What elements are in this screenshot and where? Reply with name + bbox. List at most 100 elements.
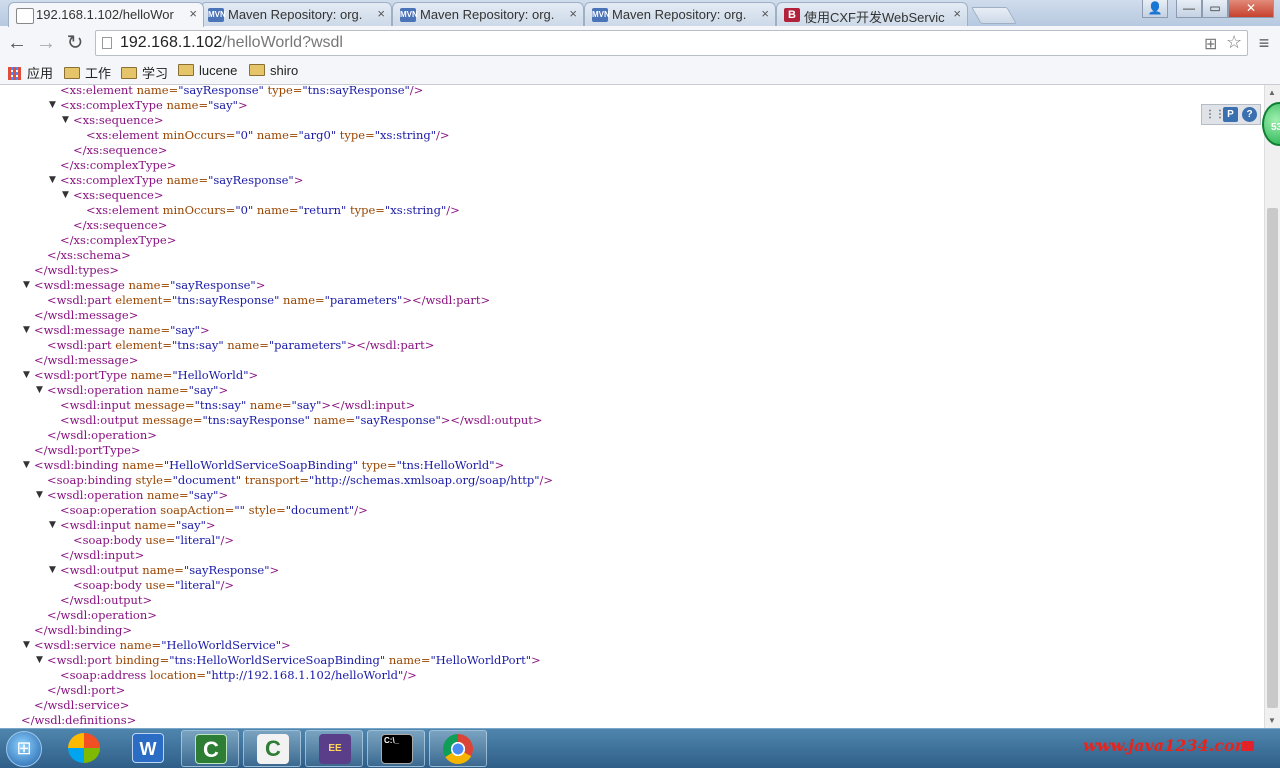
cmd-icon: C:\_ xyxy=(381,734,413,764)
xml-attr-value: "document" xyxy=(172,473,242,487)
tab-1[interactable]: 192.168.1.102/helloWor × xyxy=(8,2,204,27)
grip-icon: ⋮⋮ xyxy=(1205,109,1225,120)
tab-2[interactable]: MVN Maven Repository: org. × xyxy=(200,2,392,26)
chrome-app-button[interactable] xyxy=(429,730,487,767)
minimize-button[interactable]: — xyxy=(1176,0,1202,18)
xml-line-text: <wsdl:operation name="say"> xyxy=(47,383,228,398)
xml-tag: </wsdl:output> xyxy=(60,593,153,607)
scroll-down-arrow-icon[interactable]: ▼ xyxy=(1268,716,1276,725)
word-app-button[interactable]: W xyxy=(119,730,177,767)
tab-label: Maven Repository: org. xyxy=(612,7,747,22)
xml-attr-name: type= xyxy=(263,85,303,97)
javaee-app-button[interactable]: EE xyxy=(305,730,363,767)
xml-attr-value: "tns:sayResponse" xyxy=(202,413,310,427)
xml-tag: <soap:body xyxy=(73,533,142,547)
camtasia-icon: C xyxy=(195,734,227,764)
collapse-toggle-icon[interactable]: ▼ xyxy=(62,113,69,128)
collapse-toggle-icon[interactable]: ▼ xyxy=(23,323,30,338)
xml-line-text: </wsdl:portType> xyxy=(34,443,141,458)
star-icon[interactable]: ☆ xyxy=(1226,32,1242,53)
tab-close-icon[interactable]: × xyxy=(761,6,769,21)
tab-4[interactable]: MVN Maven Repository: org. × xyxy=(584,2,776,26)
app-launcher-button[interactable] xyxy=(55,730,113,767)
scroll-up-arrow-icon[interactable]: ▲ xyxy=(1268,88,1276,97)
forward-button[interactable]: → xyxy=(34,31,58,55)
xml-tag: </wsdl:portType> xyxy=(34,443,141,457)
reload-button[interactable]: ↻ xyxy=(63,31,87,55)
tab-close-icon[interactable]: × xyxy=(189,6,197,21)
collapse-toggle-icon[interactable]: ▼ xyxy=(49,563,56,578)
xml-attr-value: "tns:sayResponse" xyxy=(171,293,280,307)
tab-5[interactable]: B 使用CXF开发WebService × xyxy=(776,2,968,26)
xml-tag: > xyxy=(280,638,291,652)
vertical-scrollbar[interactable]: ▲ ▼ xyxy=(1264,85,1280,728)
camtasia-recorder-button[interactable]: C xyxy=(243,730,301,767)
tab-close-icon[interactable]: × xyxy=(953,6,961,21)
camtasia-app-button[interactable]: C xyxy=(181,730,239,767)
collapse-toggle-icon[interactable]: ▼ xyxy=(49,98,56,113)
xml-attr-name: name= xyxy=(253,128,299,142)
xml-tag: <wsdl:operation xyxy=(47,488,144,502)
xml-attr-value: "tns:say" xyxy=(171,338,224,352)
collapse-toggle-icon[interactable]: ▼ xyxy=(23,458,30,473)
xml-tag: <xs:complexType xyxy=(60,173,163,187)
xml-tag: ></wsdl:part> xyxy=(346,338,435,352)
xml-line-text: </wsdl:definitions> xyxy=(21,713,136,728)
bookmark-label: shiro xyxy=(270,63,299,78)
xml-attr-name: use= xyxy=(141,533,176,547)
browser-toolbar: ← → ↻ 192.168.1.102/helloWorld?wsdl ⊞ ☆ … xyxy=(0,26,1280,60)
chrome-icon xyxy=(443,734,473,764)
xml-attr-value: "http://192.168.1.102/helloWorld" xyxy=(206,668,404,682)
bookmark-label: 应用 xyxy=(27,66,54,81)
tab-3[interactable]: MVN Maven Repository: org. × xyxy=(392,2,584,26)
collapse-toggle-icon[interactable]: ▼ xyxy=(36,383,43,398)
tab-close-icon[interactable]: × xyxy=(569,6,577,21)
bookmark-label: 学习 xyxy=(142,66,169,81)
collapse-toggle-icon[interactable]: ▼ xyxy=(23,368,30,383)
collapse-toggle-icon[interactable]: ▼ xyxy=(49,173,56,188)
xml-attr-name: name= xyxy=(127,368,173,382)
help-icon[interactable]: ? xyxy=(1242,107,1257,122)
cmd-app-button[interactable]: C:\_ xyxy=(367,730,425,767)
xml-tag: /> xyxy=(220,533,235,547)
xml-tag: > xyxy=(531,653,541,667)
collapse-toggle-icon[interactable]: ▼ xyxy=(23,638,30,653)
maximize-button[interactable]: ▭ xyxy=(1202,0,1228,18)
url-host: 192.168.1.102 xyxy=(120,34,223,51)
collapse-toggle-icon[interactable]: ▼ xyxy=(36,653,43,668)
translate-icon[interactable]: ⊞ xyxy=(1204,34,1217,54)
xml-attr-name: type= xyxy=(358,458,397,472)
xml-line-text: </xs:complexType> xyxy=(60,158,176,173)
xml-tag: <soap:body xyxy=(73,578,142,592)
xml-line-text: <xs:element minOccurs="0" name="return" … xyxy=(86,203,460,218)
xml-tag: <wsdl:output xyxy=(60,413,139,427)
xml-tag: > xyxy=(269,563,280,577)
bookmark-folder-work[interactable]: 工作 xyxy=(64,63,111,81)
bookmark-apps[interactable]: 应用 xyxy=(8,63,53,81)
xml-line-text: <soap:operation soapAction="" style="doc… xyxy=(60,503,368,518)
bookmark-folder-study[interactable]: 学习 xyxy=(121,63,168,81)
p-extension-button[interactable]: P xyxy=(1223,107,1238,122)
xml-line-text: <wsdl:output message="tns:sayResponse" n… xyxy=(60,413,543,428)
xml-tag: > xyxy=(199,323,210,337)
xml-attr-name: style= xyxy=(244,503,286,517)
profile-button[interactable]: 👤 xyxy=(1142,0,1168,18)
bookmark-label: lucene xyxy=(199,63,238,78)
menu-button[interactable]: ≡ xyxy=(1254,31,1274,55)
xml-line-text: <wsdl:binding name="HelloWorldServiceSoa… xyxy=(34,458,504,473)
collapse-toggle-icon[interactable]: ▼ xyxy=(62,188,69,203)
address-bar[interactable]: 192.168.1.102/helloWorld?wsdl ⊞ ☆ xyxy=(95,30,1248,56)
close-window-button[interactable]: ✕ xyxy=(1228,0,1274,18)
collapse-toggle-icon[interactable]: ▼ xyxy=(36,488,43,503)
bookmark-label: 工作 xyxy=(85,66,112,81)
collapse-toggle-icon[interactable]: ▼ xyxy=(23,278,30,293)
collapse-toggle-icon[interactable]: ▼ xyxy=(49,518,56,533)
back-button[interactable]: ← xyxy=(5,31,29,55)
xml-tag: </xs:complexType> xyxy=(60,233,177,247)
scrollbar-thumb[interactable] xyxy=(1267,208,1278,708)
bookmark-folder-lucene[interactable]: lucene xyxy=(178,63,237,81)
tab-close-icon[interactable]: × xyxy=(377,6,385,21)
start-button[interactable]: ⊞ xyxy=(6,731,42,767)
bookmark-folder-shiro[interactable]: shiro xyxy=(249,63,298,81)
new-tab-button[interactable] xyxy=(971,7,1017,24)
